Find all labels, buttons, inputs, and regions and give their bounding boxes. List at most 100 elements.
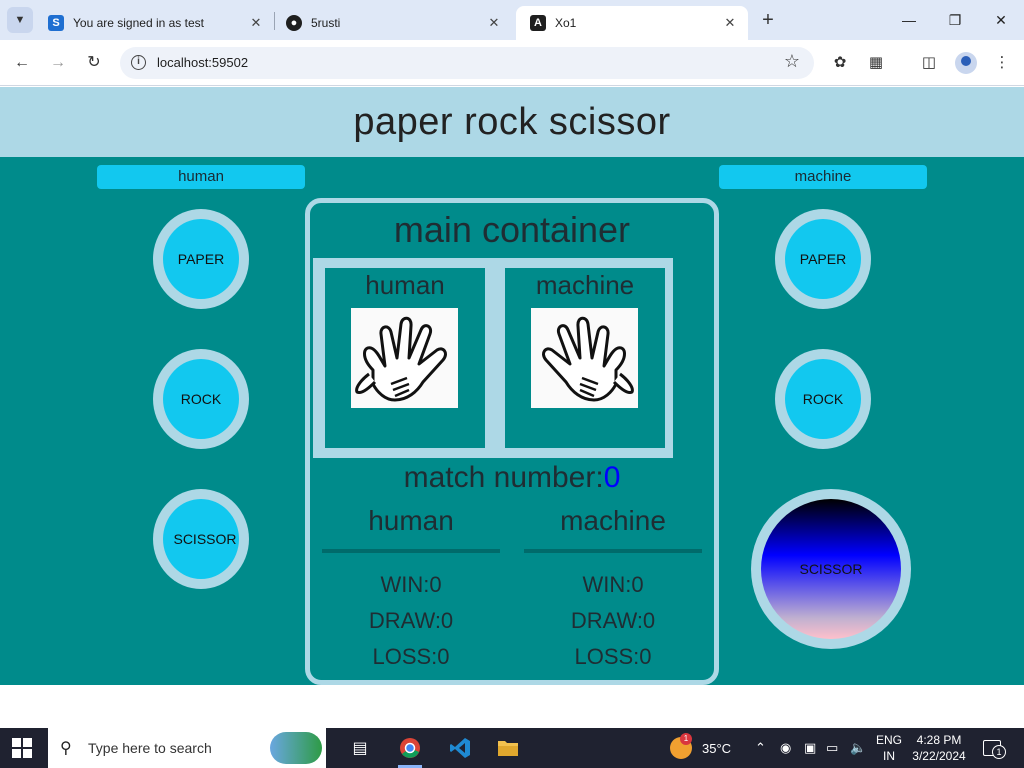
close-icon[interactable]: ✕ [246,15,266,31]
weather-badge: 1 [680,733,692,745]
choice-label: PAPER [785,219,861,299]
search-icon: ⚲ [60,740,72,757]
folder-icon [498,741,518,756]
extensions-puzzle-icon[interactable]: ▦ [864,51,888,75]
vscode-taskbar-icon[interactable] [440,728,480,768]
tab-title: 5rusti [311,16,341,30]
human-scissor-button[interactable]: SCISSOR [153,489,249,589]
notification-center[interactable]: 1 [983,728,1006,768]
human-loss-count: LOSS:0 [372,644,450,669]
language-bottom: IN [883,749,895,763]
machine-hand-box: machine [505,268,665,448]
human-score-column: human WIN:0 DRAW:0 LOSS:0 [322,505,500,675]
human-hand-box: human [325,268,485,448]
human-side-label: human [97,165,305,189]
notification-icon: 1 [983,740,1006,759]
side-panel-icon[interactable]: ◫ [917,51,941,75]
choice-label: SCISSOR [761,499,901,639]
tab-title: Xo1 [555,16,577,30]
weather-sun-icon: 1 [670,733,692,759]
choice-label: ROCK [163,359,239,439]
machine-rock-button[interactable]: ROCK [775,349,871,449]
human-score-title: human [368,505,454,536]
restore-icon[interactable]: ❐ [943,8,967,32]
language-indicator[interactable]: ENG IN [876,728,902,768]
minimize-icon[interactable]: — [897,8,921,32]
machine-win-count: WIN:0 [582,572,644,597]
volume-icon[interactable]: 🔈 [850,728,866,768]
hands-panel: human machine [313,258,673,458]
human-rock-button[interactable]: ROCK [153,349,249,449]
reload-icon[interactable]: ↻ [82,51,106,75]
profile-avatar[interactable] [955,52,977,74]
human-paper-button[interactable]: PAPER [153,209,249,309]
chrome-icon [400,738,420,758]
clock[interactable]: 4:28 PM 3/22/2024 [911,728,967,768]
task-view-icon[interactable]: ▤ [340,728,380,768]
browser-tab-bar: ▼ S You are signed in as test ✕ ● 5rusti… [0,0,1024,40]
windows-start-icon[interactable] [12,738,32,758]
machine-hand-image [531,308,638,408]
github-icon: ● [286,15,302,31]
page-title: paper rock scissor [353,100,671,143]
vscode-icon [450,738,470,758]
clock-time: 4:28 PM [916,733,962,747]
bug-extension-icon[interactable]: ✿ [828,51,852,75]
meet-now-icon[interactable]: ▣ [804,728,816,768]
site-info-icon[interactable]: i [131,55,146,70]
language-top: ENG [876,733,903,747]
tab-xo1[interactable]: A Xo1 ✕ [516,6,748,40]
match-number: match number:0 [310,461,714,495]
bookmark-star-icon[interactable]: ☆ [784,51,800,72]
human-win-count: WIN:0 [380,572,442,597]
taskbar-search-box[interactable]: ⚲ Type here to search [48,728,326,768]
chrome-taskbar-icon[interactable] [390,728,430,768]
machine-score-title: machine [560,505,666,536]
human-hand-image [351,308,458,408]
choice-label: PAPER [163,219,239,299]
match-number-label: match number: [403,461,604,494]
tab-signed-in[interactable]: S You are signed in as test ✕ [34,6,274,40]
match-number-value: 0 [603,461,621,494]
tab-search-button[interactable]: ▼ [7,7,33,33]
gloved-hand-icon [542,316,634,402]
choice-label: SCISSOR [163,499,239,579]
more-menu-icon[interactable]: ⋮ [990,51,1014,75]
browser-toolbar: ← → ↻ i localhost:59502 ☆ ✿ ▦ ◫ ⋮ [0,40,1024,86]
file-explorer-taskbar-icon[interactable] [488,728,528,768]
machine-side-label: machine [719,165,927,189]
close-window-icon[interactable]: ✕ [989,8,1013,32]
s-favicon-icon: S [48,15,64,31]
tab-title: You are signed in as test [73,16,204,30]
human-hand-label: human [365,270,445,300]
choice-label: ROCK [785,359,861,439]
divider [524,549,702,553]
clock-date: 3/22/2024 [912,749,966,763]
close-icon[interactable]: ✕ [484,15,504,31]
url-text[interactable]: localhost:59502 [157,55,248,70]
machine-scissor-button-selected[interactable]: SCISSOR [751,489,911,649]
machine-draw-count: DRAW:0 [570,608,656,633]
tab-github[interactable]: ● 5rusti ✕ [272,6,512,40]
page-header: paper rock scissor [0,87,1024,157]
forward-arrow-icon[interactable]: → [46,51,70,75]
address-bar[interactable]: i localhost:59502 ☆ [120,47,814,79]
show-hidden-icons-chevron-icon[interactable]: ⌃ [755,728,766,768]
search-highlight-icon [270,732,322,764]
main-container: main container human machine match numbe… [305,198,719,685]
windows-taskbar: ⚲ Type here to search ▤ 1 35°C ⌃ ◉ ▣ ▭ 🔈 [0,728,1024,768]
chevron-down-icon: ▼ [14,14,26,26]
gloved-hand-icon [355,316,447,402]
angular-icon: A [530,15,546,31]
weather-temperature: 35°C [702,740,732,756]
close-icon[interactable]: ✕ [720,15,740,31]
back-arrow-icon[interactable]: ← [10,51,34,75]
machine-loss-count: LOSS:0 [574,644,652,669]
new-tab-button[interactable]: + [758,9,778,31]
notification-count: 1 [992,745,1006,759]
divider [322,549,500,553]
weather-widget[interactable]: 1 35°C [670,728,731,768]
machine-paper-button[interactable]: PAPER [775,209,871,309]
recording-icon[interactable]: ◉ [780,728,791,768]
network-icon[interactable]: ▭ [826,728,838,768]
